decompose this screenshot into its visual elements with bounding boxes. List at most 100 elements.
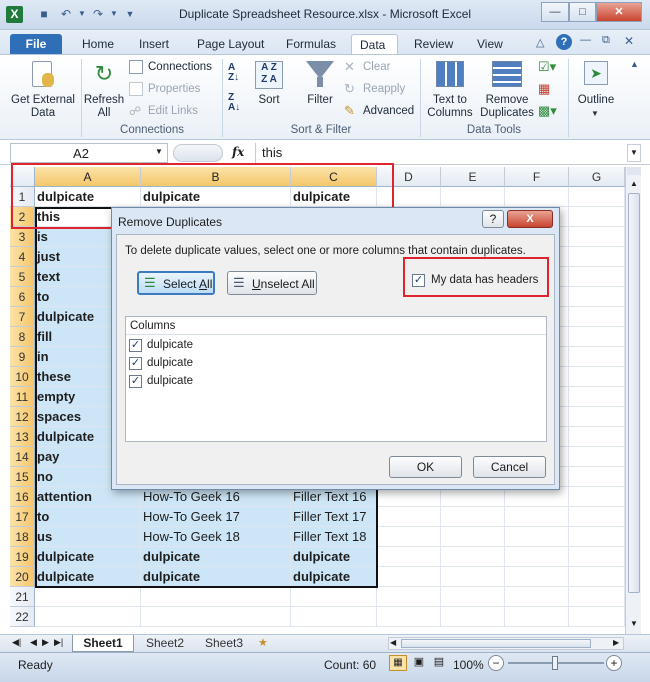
row-header[interactable]: 14: [10, 447, 35, 467]
cell-c17[interactable]: Filler Text 17: [291, 507, 377, 527]
cell-g20[interactable]: [569, 567, 625, 587]
row-header[interactable]: 18: [10, 527, 35, 547]
cell-c1[interactable]: dulpicate: [291, 187, 377, 207]
cell-d20[interactable]: [377, 567, 441, 587]
has-headers-label[interactable]: My data has headers: [431, 274, 538, 286]
cell-g17[interactable]: [569, 507, 625, 527]
column-header-c[interactable]: C: [291, 167, 377, 187]
column-header-d[interactable]: D: [377, 167, 441, 187]
cell-b18[interactable]: How-To Geek 18: [141, 527, 291, 547]
cell-f19[interactable]: [505, 547, 569, 567]
name-box-dropdown-icon[interactable]: ▼: [155, 147, 163, 156]
column-header-a[interactable]: A: [35, 167, 141, 187]
column-checkbox-3[interactable]: ✓: [129, 375, 142, 388]
cell-f16[interactable]: [505, 487, 569, 507]
cell-g15[interactable]: [569, 467, 625, 487]
minimize-ribbon-icon[interactable]: △: [536, 36, 544, 49]
workbook-close-icon[interactable]: ✕: [624, 34, 634, 48]
cell-f18[interactable]: [505, 527, 569, 547]
cell-d22[interactable]: [377, 607, 441, 627]
formula-input[interactable]: this: [255, 143, 625, 163]
hscroll-left-icon[interactable]: ◀: [390, 638, 396, 647]
row-header[interactable]: 1: [10, 187, 35, 207]
cell-a21[interactable]: [35, 587, 141, 607]
cell-g14[interactable]: [569, 447, 625, 467]
sheet-tab-1[interactable]: Sheet1: [72, 635, 134, 652]
ribbon-collapse-icon[interactable]: ▲: [630, 59, 639, 69]
cell-c18[interactable]: Filler Text 18: [291, 527, 377, 547]
row-header[interactable]: 20: [10, 567, 35, 587]
minimize-button[interactable]: —: [541, 2, 569, 22]
tab-page-layout[interactable]: Page Layout: [189, 34, 272, 54]
cell-f17[interactable]: [505, 507, 569, 527]
row-header[interactable]: 19: [10, 547, 35, 567]
next-sheet-icon[interactable]: ▶: [42, 637, 49, 648]
row-header[interactable]: 10: [10, 367, 35, 387]
help-icon[interactable]: ?: [556, 34, 572, 50]
connections-button[interactable]: Connections: [129, 59, 219, 77]
cell-g18[interactable]: [569, 527, 625, 547]
scroll-split-icon[interactable]: [627, 167, 641, 175]
maximize-button[interactable]: □: [569, 2, 596, 22]
cell-g9[interactable]: [569, 347, 625, 367]
what-if-analysis-button[interactable]: ▩▾: [538, 103, 562, 121]
cell-e22[interactable]: [441, 607, 505, 627]
row-header[interactable]: 4: [10, 247, 35, 267]
cell-e19[interactable]: [441, 547, 505, 567]
zoom-slider-thumb[interactable]: [552, 656, 558, 670]
column-header-b[interactable]: B: [141, 167, 291, 187]
consolidate-button[interactable]: ▦: [538, 81, 562, 99]
page-layout-view-icon[interactable]: ▣: [410, 655, 428, 671]
workbook-minimize-icon[interactable]: —: [580, 34, 591, 46]
unselect-all-button[interactable]: ☰ Unselect All: [227, 271, 317, 295]
tab-file[interactable]: File: [10, 34, 62, 54]
column-checkbox-2[interactable]: ✓: [129, 357, 142, 370]
cell-g1[interactable]: [569, 187, 625, 207]
cell-d16[interactable]: [377, 487, 441, 507]
cell-a20[interactable]: dulpicate: [35, 567, 141, 587]
cell-c20[interactable]: dulpicate: [291, 567, 377, 587]
cell-b19[interactable]: dulpicate: [141, 547, 291, 567]
dialog-close-button[interactable]: X: [507, 210, 553, 228]
insert-function-icon[interactable]: fx: [232, 145, 244, 159]
cell-b1[interactable]: dulpicate: [141, 187, 291, 207]
cell-g5[interactable]: [569, 267, 625, 287]
workbook-restore-icon[interactable]: ⧉: [602, 34, 610, 47]
cell-a22[interactable]: [35, 607, 141, 627]
sort-az-button[interactable]: A Z↓: [228, 63, 248, 85]
column-item-label[interactable]: dulpicate: [147, 339, 193, 351]
cell-e20[interactable]: [441, 567, 505, 587]
cell-g11[interactable]: [569, 387, 625, 407]
tab-home[interactable]: Home: [74, 34, 122, 54]
row-header[interactable]: 13: [10, 427, 35, 447]
cell-g3[interactable]: [569, 227, 625, 247]
hscroll-thumb[interactable]: [401, 639, 591, 648]
row-header[interactable]: 9: [10, 347, 35, 367]
sheet-tab-3[interactable]: Sheet3: [196, 635, 252, 652]
row-header[interactable]: 22: [10, 607, 35, 627]
cell-d18[interactable]: [377, 527, 441, 547]
sort-za-button[interactable]: Z A↓: [228, 93, 248, 115]
cell-d21[interactable]: [377, 587, 441, 607]
cell-b17[interactable]: How-To Geek 17: [141, 507, 291, 527]
row-header[interactable]: 15: [10, 467, 35, 487]
row-header[interactable]: 2: [10, 207, 35, 227]
expand-formula-icon[interactable]: ▼: [627, 144, 641, 162]
vertical-scrollbar[interactable]: ▲ ▼: [625, 167, 641, 634]
insert-sheet-icon[interactable]: ★: [258, 636, 268, 649]
row-header[interactable]: 12: [10, 407, 35, 427]
tab-insert[interactable]: Insert: [131, 34, 177, 54]
cell-c22[interactable]: [291, 607, 377, 627]
cell-b21[interactable]: [141, 587, 291, 607]
cell-d1[interactable]: [377, 187, 441, 207]
cell-g6[interactable]: [569, 287, 625, 307]
cell-f21[interactable]: [505, 587, 569, 607]
cell-d19[interactable]: [377, 547, 441, 567]
zoom-out-icon[interactable]: −: [488, 655, 504, 671]
cell-g7[interactable]: [569, 307, 625, 327]
cell-a16[interactable]: attention: [35, 487, 141, 507]
cell-g10[interactable]: [569, 367, 625, 387]
hscroll-right-icon[interactable]: ▶: [613, 638, 619, 647]
tab-data[interactable]: Data: [351, 34, 398, 54]
cell-f20[interactable]: [505, 567, 569, 587]
